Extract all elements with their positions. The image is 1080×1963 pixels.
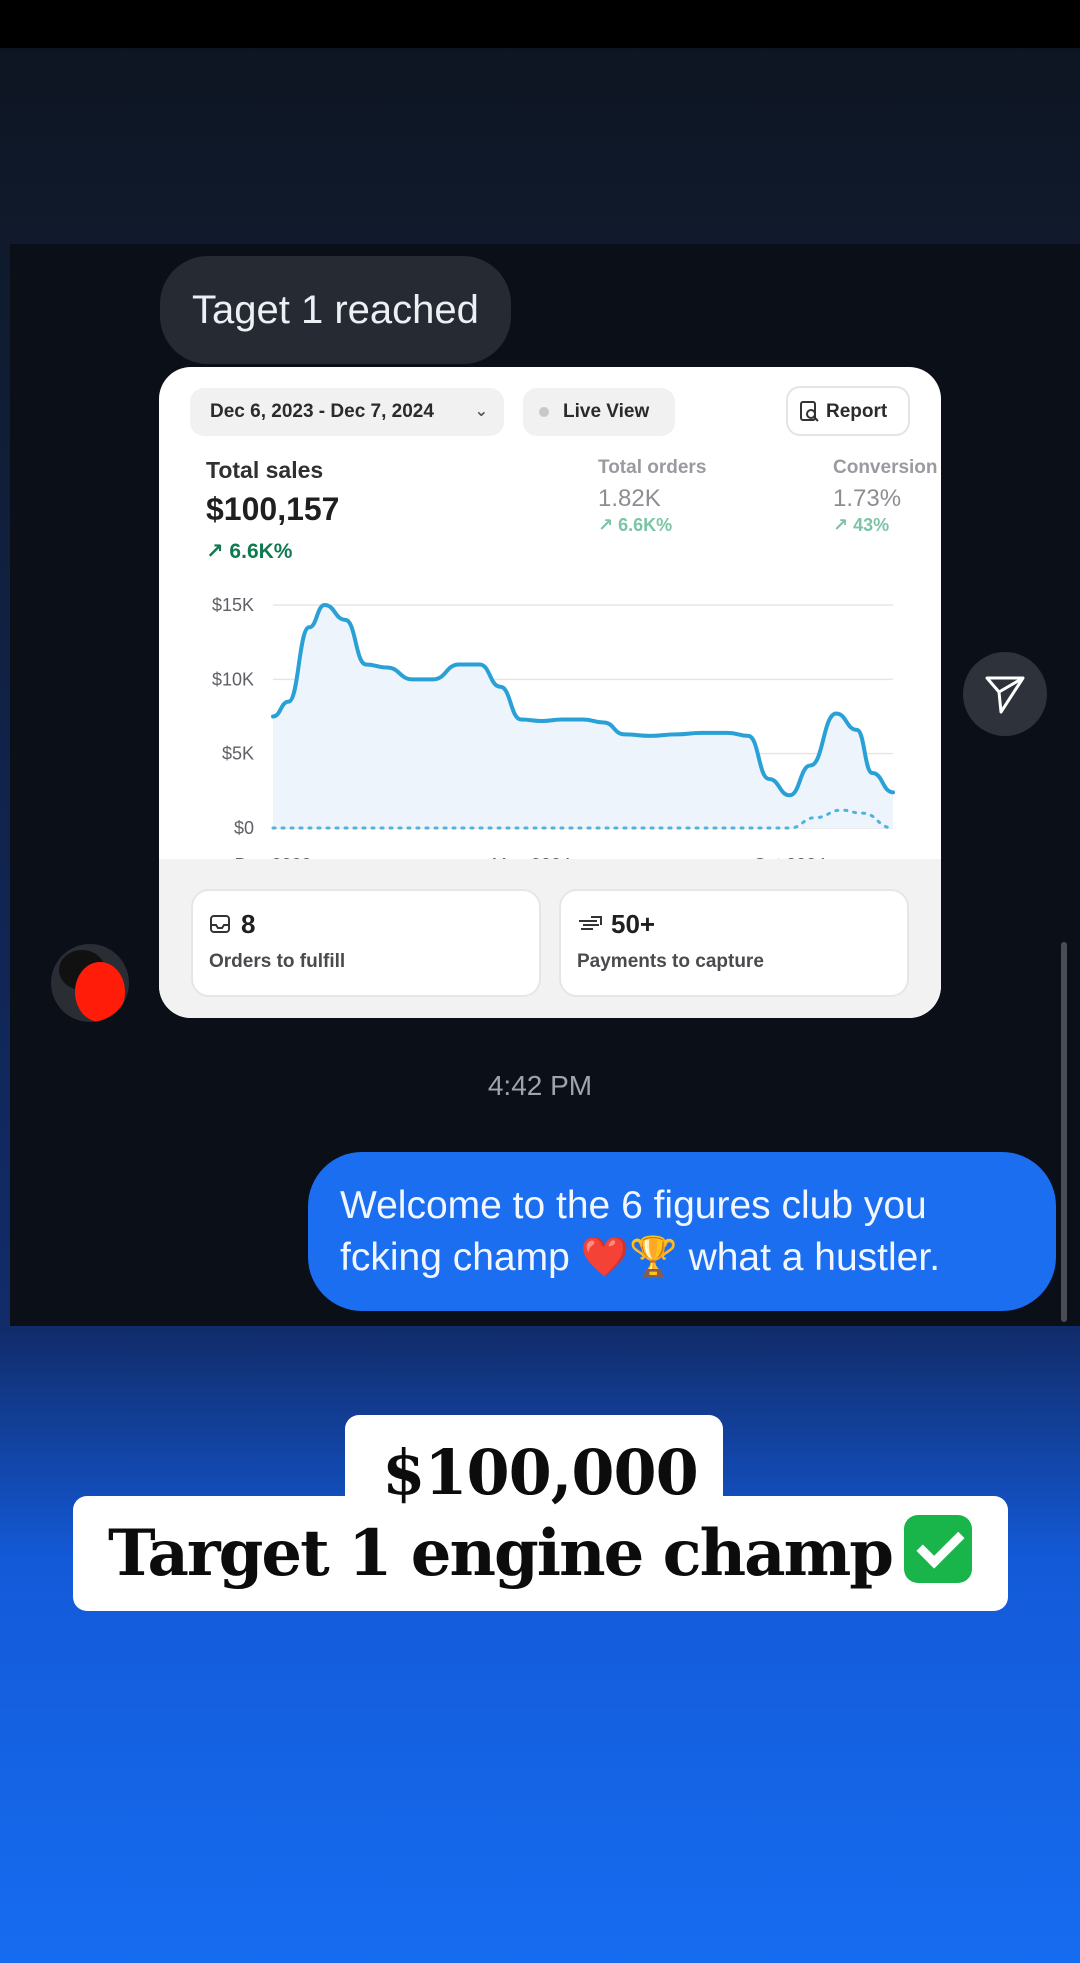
send-icon <box>985 676 1025 714</box>
shared-dashboard-image[interactable]: Dec 6, 2023 - Dec 7, 2024 ⌄ Live View Re… <box>159 367 941 1018</box>
tile-value: 50+ <box>611 909 656 939</box>
sales-line-chart: $15K$10K$5K$0Dec 2023May 2024Oct 2024 <box>212 595 895 859</box>
orders-to-fulfill-tile[interactable]: 8 Orders to fulfill <box>191 889 541 997</box>
incoming-message-bubble[interactable]: Taget 1 reached <box>160 256 511 364</box>
caption-amount: $100,000 <box>382 1436 699 1509</box>
avatar-redaction <box>75 962 125 1022</box>
status-bar <box>0 0 1080 48</box>
payments-to-capture-tile[interactable]: 50+ Payments to capture <box>559 889 909 997</box>
share-button[interactable] <box>963 652 1047 736</box>
y-tick-label: $10K <box>212 669 254 689</box>
tile-label: Orders to fulfill <box>209 951 346 972</box>
check-mark-icon <box>904 1515 973 1583</box>
inbox-icon <box>210 915 230 933</box>
incoming-message-text: Taget 1 reached <box>192 288 479 332</box>
outgoing-message-line: Welcome to the 6 figures club you <box>340 1184 927 1227</box>
tile-label: Payments to capture <box>577 951 764 972</box>
outgoing-message-bubble[interactable]: Welcome to the 6 figures club you fcking… <box>308 1152 1056 1311</box>
series-area <box>273 605 893 828</box>
outgoing-message-line: fcking champ ❤️🏆 what a hustler. <box>340 1236 941 1279</box>
y-tick-label: $5K <box>222 744 254 764</box>
tile-value: 8 <box>241 909 256 939</box>
scrollbar[interactable] <box>1061 942 1067 1322</box>
y-tick-label: $0 <box>234 818 254 838</box>
y-tick-label: $15K <box>212 595 254 615</box>
action-tiles: 8 Orders to fulfill 50+ Payments to capt… <box>159 859 941 1018</box>
avatar[interactable] <box>51 944 129 1022</box>
caption-text: Target 1 engine champ <box>107 1516 894 1591</box>
message-timestamp: 4:42 PM <box>487 1070 593 1101</box>
caption-line: Target 1 engine champ <box>0 1515 1080 1591</box>
payment-hand-icon <box>579 916 602 930</box>
